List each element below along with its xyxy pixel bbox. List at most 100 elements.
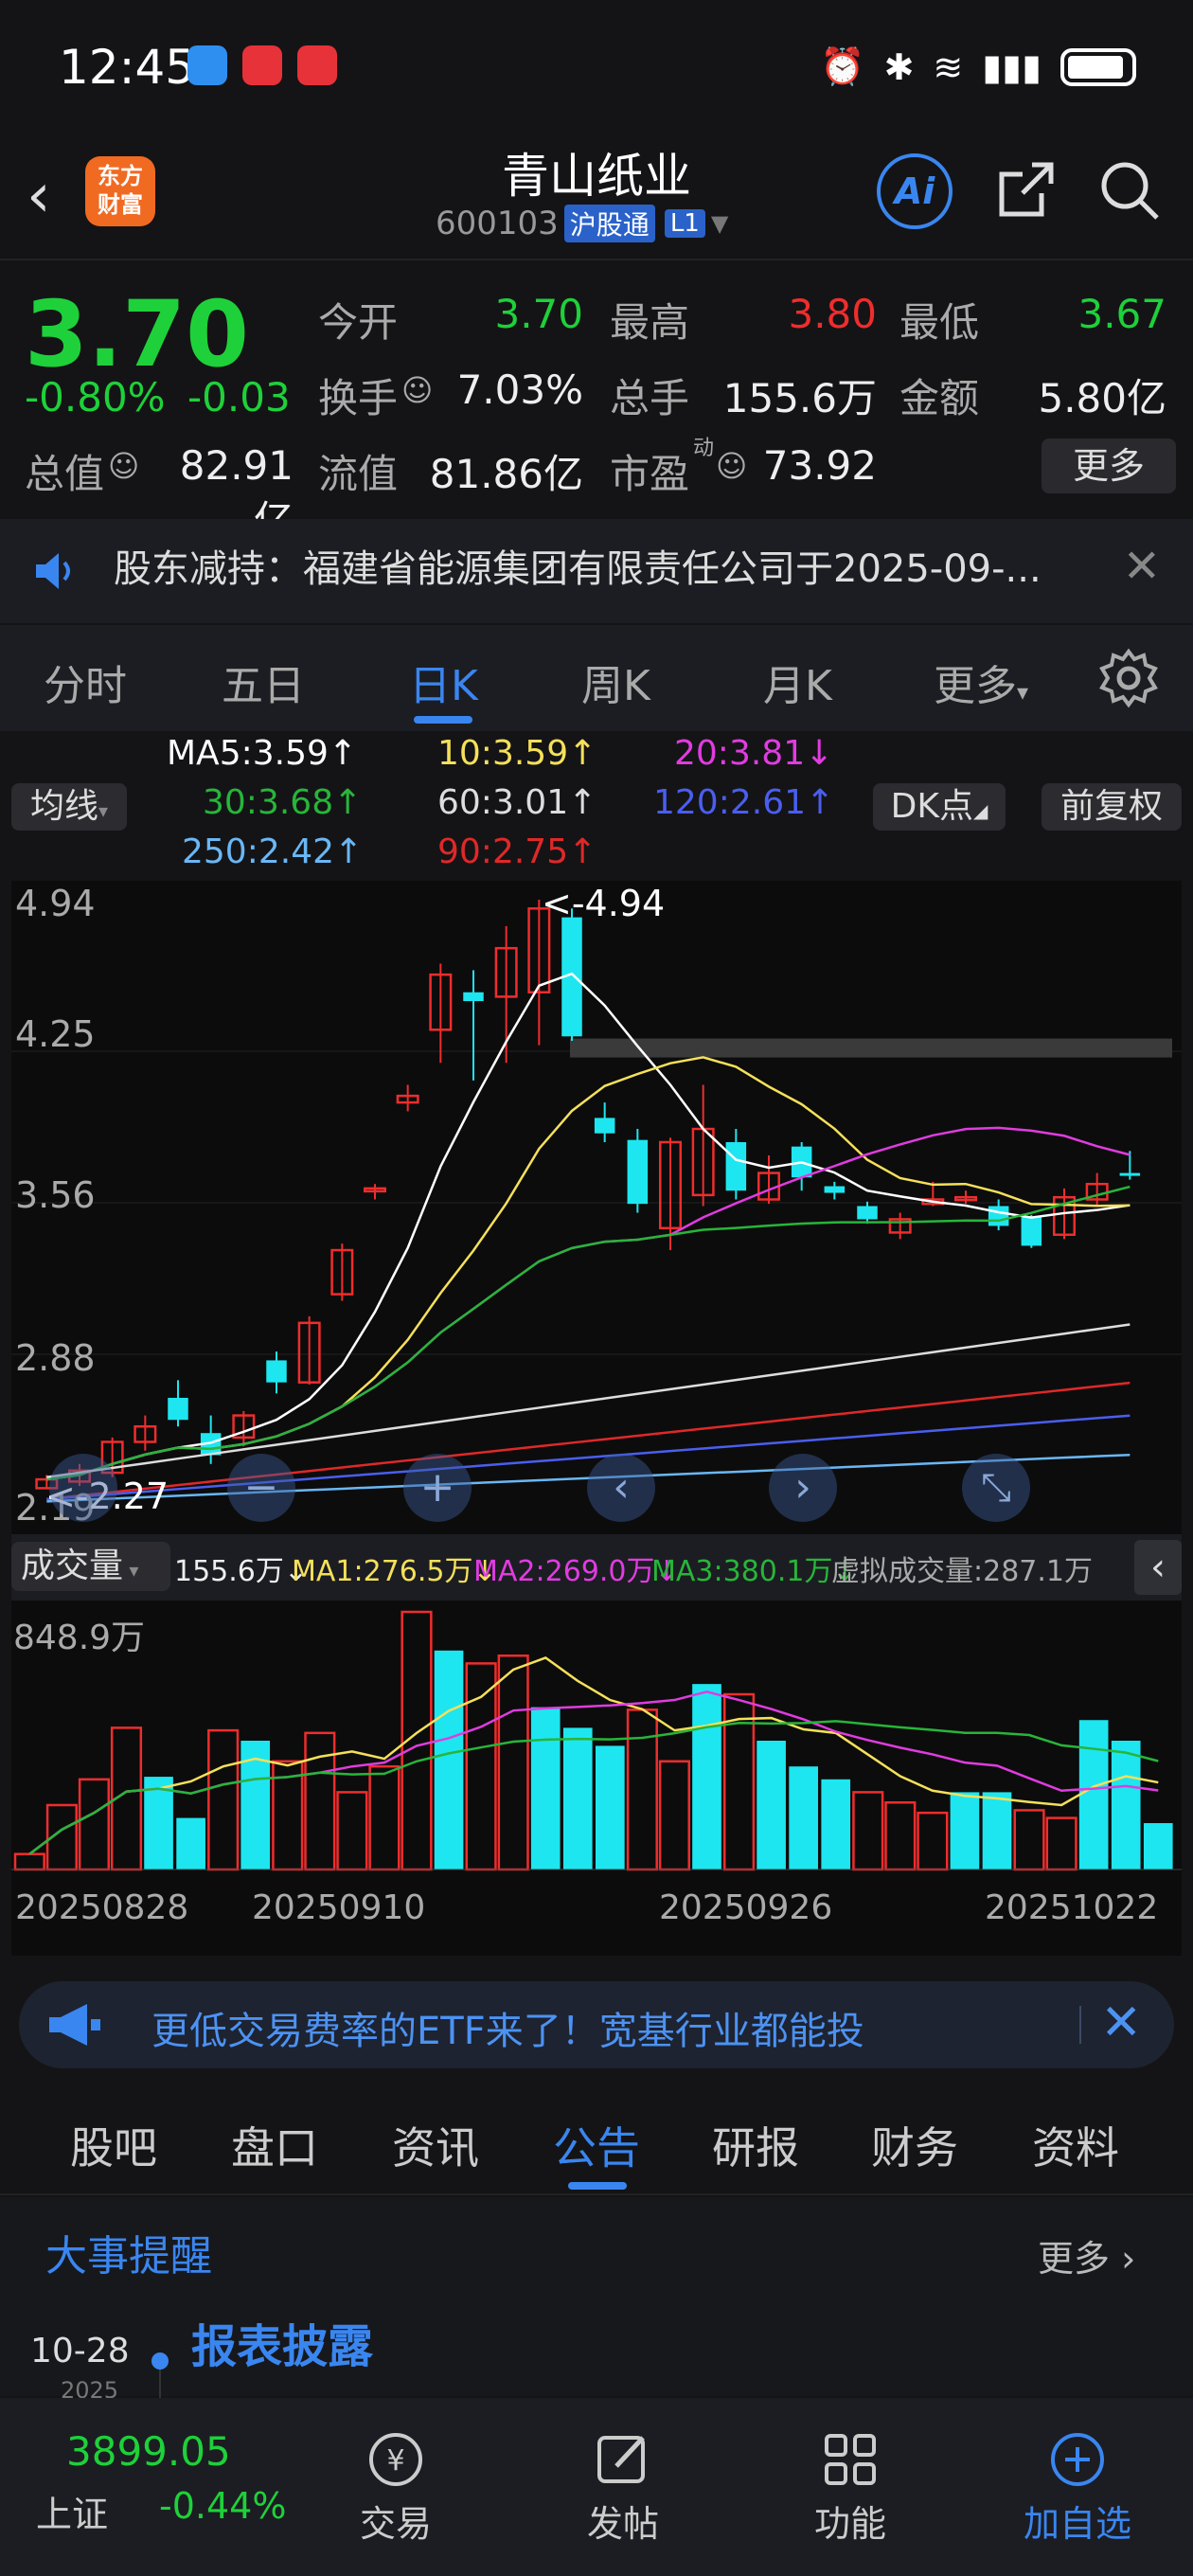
volume-bar <box>207 1728 240 1871</box>
index-value[interactable]: 3899.05 <box>66 2428 231 2475</box>
volume-chart[interactable]: 848.9万 20250828 20250910 20250926 202510… <box>11 1601 1182 1956</box>
red-app-badge-icon <box>242 45 282 85</box>
nav-functions[interactable]: 功能 <box>775 2426 926 2547</box>
ma-button[interactable]: 均线▾ <box>11 783 127 831</box>
tab-news[interactable]: 资讯 <box>392 2114 479 2176</box>
kline-tabs: 分时 五日 日K 周K 月K 更多▾ <box>0 625 1193 731</box>
index-name[interactable]: 上证 <box>36 2485 108 2537</box>
ma-label: 90:2.75 <box>437 832 569 871</box>
volume-bar <box>1013 1809 1045 1871</box>
tab-weekly-k[interactable]: 周K <box>581 652 650 712</box>
tab-announcements[interactable]: 公告 <box>553 2114 640 2176</box>
info-icon[interactable]: ☺ <box>401 372 433 408</box>
settings-gear-icon[interactable] <box>1098 648 1159 712</box>
ma-arrow: ↑ <box>333 783 363 822</box>
volume-bar <box>78 1778 111 1871</box>
volume-bar <box>434 1650 464 1869</box>
y-tick-label: 4.94 <box>15 883 96 924</box>
ma-label: 10:3.59 <box>437 734 569 773</box>
volume-bar <box>596 1745 625 1869</box>
zoom-out-button[interactable] <box>49 1454 117 1522</box>
volume-bar <box>821 1779 851 1869</box>
events-more-link[interactable]: 更多 › <box>1038 2229 1135 2281</box>
ma-item: 10:3.59↑ <box>437 734 596 773</box>
pe-value: 73.92 <box>762 442 877 489</box>
volume-indicator-button[interactable]: 成交量 ▾ <box>11 1542 170 1591</box>
etf-promo-banner[interactable]: 更低交易费率的ETF来了！宽基行业都能投 ✕ <box>19 1981 1174 2068</box>
ma20-line <box>46 1126 1131 1481</box>
ma-item: 90:2.75↑ <box>437 832 596 871</box>
stock-code: 600103 <box>436 205 559 242</box>
scroll-right-button[interactable]: › <box>769 1454 837 1522</box>
tab-research[interactable]: 研报 <box>712 2114 799 2176</box>
stock-code-row[interactable]: 600103 沪股通 L1 ▼ <box>436 205 728 242</box>
info-tabs: 股吧 盘口 资讯 公告 研报 财务 资料 <box>0 2093 1193 2195</box>
volume-value: 155.6万↓ <box>174 1555 309 1588</box>
collapse-arrow-icon[interactable]: ‹ <box>1134 1540 1182 1595</box>
kline-chart[interactable]: 4.94 4.25 3.56 2.88 2.19 <-4.94 <-2.27 −… <box>11 881 1182 1534</box>
change-pct: -0.80% <box>25 374 166 420</box>
volume-bar <box>465 1662 497 1871</box>
amount-label: 金额 <box>899 375 980 421</box>
zoom-in-button[interactable]: + <box>403 1454 472 1522</box>
volume-bar <box>1078 1720 1109 1869</box>
tab-five-day[interactable]: 五日 <box>222 652 305 712</box>
amount-value: 5.80亿 <box>1038 375 1166 421</box>
ma-label: 120:2.61 <box>653 783 806 822</box>
ma-label: 30:3.68 <box>203 783 334 822</box>
forward-adjust-button[interactable]: 前复权 <box>1042 783 1182 831</box>
nav-functions-label: 功能 <box>813 2503 886 2545</box>
status-icons: ⏰ ✱ ≋ ▮▮▮ <box>820 45 1136 88</box>
speaker-icon <box>32 547 80 599</box>
banner-text: 更低交易费率的ETF来了！宽基行业都能投 <box>151 2010 864 2053</box>
close-icon[interactable]: ✕ <box>1100 1995 1142 2051</box>
volume-bar <box>1111 1741 1141 1869</box>
ai-button[interactable]: Ai <box>877 153 953 229</box>
event-title[interactable]: 报表披露 <box>191 2309 373 2375</box>
info-icon[interactable]: ☺ <box>716 448 747 484</box>
dk-point-button[interactable]: DK点◢ <box>873 783 1006 831</box>
share-icon[interactable] <box>994 159 1057 225</box>
dropdown-arrow-icon: ▾ <box>123 1559 139 1582</box>
ma-arrow: ↓ <box>805 734 834 773</box>
nav-trade[interactable]: ¥ 交易 <box>320 2426 472 2547</box>
ma10-line <box>46 1056 1131 1481</box>
tab-intraday[interactable]: 分时 <box>44 652 127 712</box>
candle-body <box>463 992 484 1002</box>
scroll-left-button[interactable]: ‹ <box>587 1454 655 1522</box>
nav-add-watchlist[interactable]: 加自选 <box>1002 2426 1153 2547</box>
tab-more[interactable]: 更多▾ <box>934 652 1028 712</box>
ma-item: MA5:3.59↑ <box>167 734 357 773</box>
info-icon[interactable]: ☺ <box>108 448 139 484</box>
tab-daily-k[interactable]: 日K <box>409 652 478 712</box>
zoom-in-button[interactable]: − <box>227 1454 295 1522</box>
fullscreen-icon[interactable]: ⤡ <box>962 1454 1030 1522</box>
nav-post[interactable]: 发帖 <box>547 2426 699 2547</box>
tab-monthly-k[interactable]: 月K <box>763 652 832 712</box>
shareholder-notice[interactable]: 股东减持：福建省能源集团有限责任公司于2025-09-... ✕ <box>0 519 1193 623</box>
volume-bar <box>336 1791 368 1871</box>
wifi-icon: ≋ <box>933 45 964 88</box>
vol-ma2: MA2:269.0万↓ <box>473 1555 679 1588</box>
battery-icon <box>1060 47 1136 86</box>
clock: 12:45 <box>59 40 196 95</box>
ma-arrow: ↑ <box>568 734 597 773</box>
volume-bar <box>304 1731 336 1871</box>
candle-body <box>1021 1217 1042 1246</box>
float-label: 流值 <box>318 451 399 497</box>
tab-pankou[interactable]: 盘口 <box>231 2114 318 2176</box>
tab-profile[interactable]: 资料 <box>1032 2114 1119 2176</box>
tab-finance[interactable]: 财务 <box>871 2114 958 2176</box>
events-section: 大事提醒 更多 › 10-28 2025 报表披露 <box>0 2197 1193 2407</box>
volume-bar <box>757 1741 786 1869</box>
quote-more-button[interactable]: 更多 <box>1042 438 1176 493</box>
corner-arrow-icon: ◢ <box>972 799 988 822</box>
hgt-tag: 沪股通 <box>563 205 655 242</box>
volume-bar <box>658 1760 691 1871</box>
volume-max-label: 848.9万 <box>13 1619 146 1657</box>
close-icon[interactable]: ✕ <box>1123 540 1161 593</box>
search-icon[interactable] <box>1098 159 1163 227</box>
tab-guba[interactable]: 股吧 <box>70 2114 157 2176</box>
turnover-value: 7.03% <box>456 367 583 413</box>
dropdown-arrow-icon: ▾ <box>98 799 109 822</box>
